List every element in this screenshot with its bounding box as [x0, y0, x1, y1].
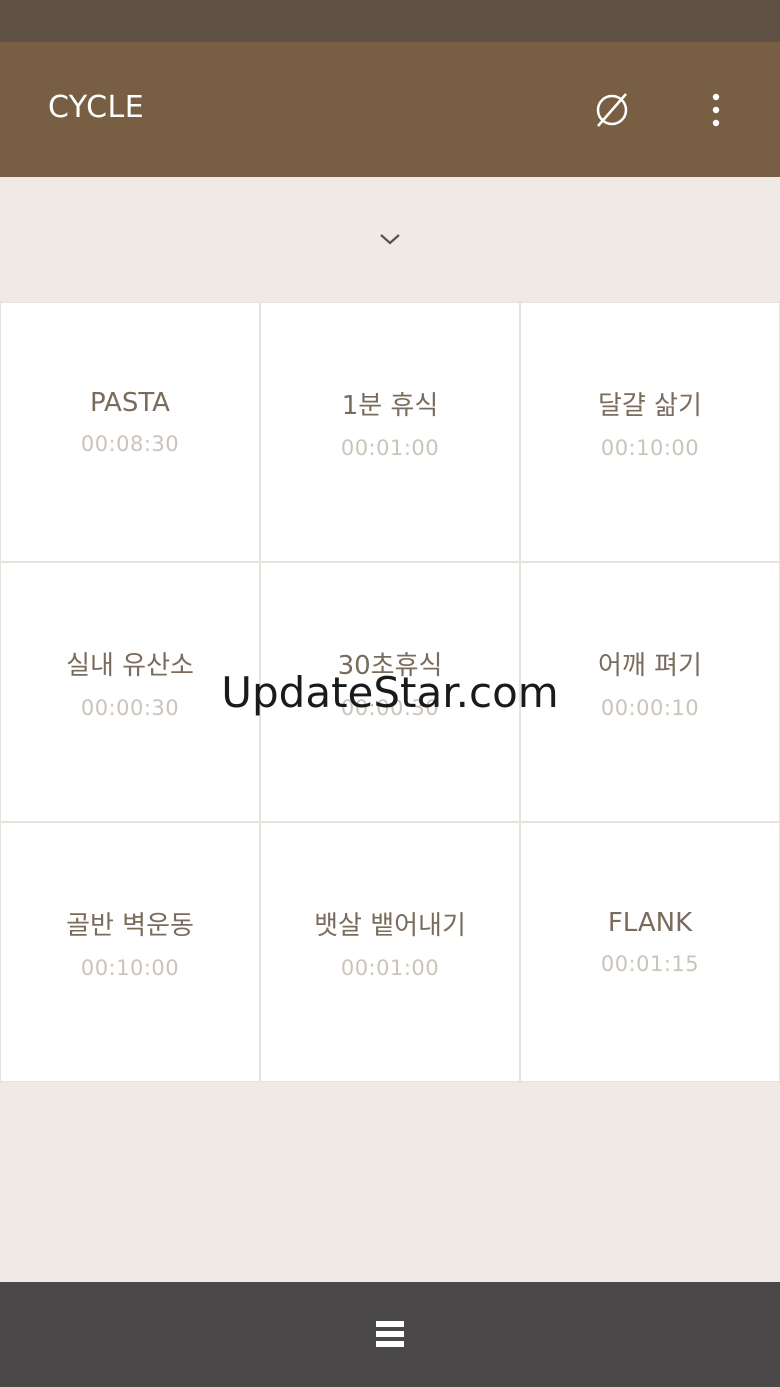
- app-title: CYCLE: [48, 90, 145, 125]
- timer-name: 골반 벽운동: [66, 910, 194, 941]
- more-vert-icon[interactable]: [686, 80, 746, 140]
- app-bar: CYCLE: [0, 42, 780, 177]
- timer-card[interactable]: 30초휴식 00:00:30: [260, 562, 520, 822]
- timer-card[interactable]: 골반 벽운동 00:10:00: [0, 822, 260, 1082]
- chevron-down-icon[interactable]: [366, 221, 414, 257]
- empty-set-icon[interactable]: [582, 80, 642, 140]
- timer-name: FLANK: [607, 908, 693, 938]
- collapse-area: [0, 177, 780, 302]
- timer-grid: PASTA 00:08:30 1분 휴식 00:01:00 달걀 삶기 00:1…: [0, 302, 780, 1082]
- timer-card[interactable]: 1분 휴식 00:01:00: [260, 302, 520, 562]
- status-bar: [0, 0, 780, 42]
- timer-duration: 00:01:00: [340, 955, 440, 980]
- timer-name: 실내 유산소: [66, 650, 194, 681]
- timer-card[interactable]: 달걀 삶기 00:10:00: [520, 302, 780, 562]
- timer-duration: 00:08:30: [80, 432, 180, 456]
- timer-name: 달걀 삶기: [598, 390, 702, 421]
- timer-card[interactable]: 뱃살 뱉어내기 00:01:00: [260, 822, 520, 1082]
- timer-duration: 00:01:00: [340, 435, 440, 460]
- timer-name: 뱃살 뱉어내기: [314, 910, 466, 941]
- timer-card[interactable]: PASTA 00:08:30: [0, 302, 260, 562]
- timer-duration: 00:10:00: [80, 955, 180, 980]
- timer-duration: 00:00:10: [600, 695, 700, 720]
- timer-card[interactable]: 실내 유산소 00:00:30: [0, 562, 260, 822]
- timer-name: 30초휴식: [337, 650, 443, 681]
- timer-name: PASTA: [90, 388, 170, 418]
- timer-name: 1분 휴식: [341, 390, 439, 421]
- timer-card[interactable]: 어깨 펴기 00:00:10: [520, 562, 780, 822]
- timer-duration: 00:00:30: [80, 695, 180, 720]
- timer-duration: 00:01:15: [600, 952, 700, 976]
- list-view-icon[interactable]: [360, 1304, 420, 1364]
- timer-duration: 00:10:00: [600, 435, 700, 460]
- bottom-bar: [0, 1282, 780, 1387]
- timer-card[interactable]: FLANK 00:01:15: [520, 822, 780, 1082]
- timer-duration: 00:00:30: [340, 695, 440, 720]
- timer-name: 어깨 펴기: [598, 650, 702, 681]
